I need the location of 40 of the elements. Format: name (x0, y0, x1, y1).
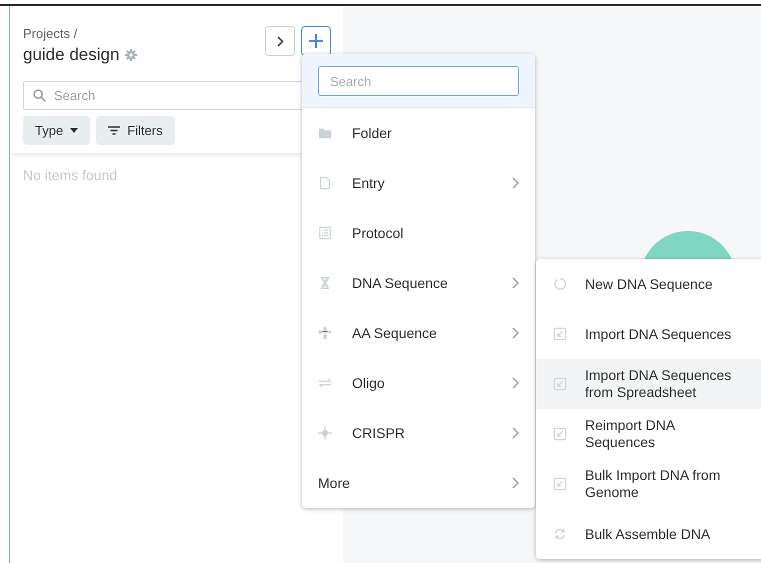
crosshair-icon (318, 426, 332, 440)
chevron-icon (276, 36, 284, 46)
menu-item[interactable]: Bulk Import DNA from Genome (536, 459, 761, 509)
plus-icon (309, 34, 323, 48)
list-icon (318, 226, 332, 240)
filters-button[interactable]: Filters (96, 116, 175, 145)
search-icon (33, 89, 46, 102)
menu-item[interactable]: Import DNA Sequences (536, 309, 761, 359)
import-icon (553, 327, 567, 341)
add-button[interactable] (301, 26, 331, 56)
arrows-icon (318, 376, 332, 390)
molecule-icon (318, 326, 332, 340)
menu-item[interactable]: Oligo (302, 358, 535, 408)
refresh-icon (553, 527, 567, 541)
empty-message: No items found (23, 167, 118, 183)
menu-item[interactable]: CRISPR (302, 408, 535, 458)
menu-item[interactable]: Folder (302, 108, 535, 158)
menu-item[interactable]: AA Sequence (302, 308, 535, 358)
import-icon (553, 477, 567, 491)
menu-item[interactable]: DNA Sequence (302, 258, 535, 308)
expand-button[interactable] (265, 26, 295, 56)
menu-item[interactable]: Import DNA Sequences from Spreadsheet (536, 359, 761, 409)
import-icon (553, 427, 567, 441)
caret-icon (70, 128, 78, 133)
menu-item[interactable]: Protocol (302, 208, 535, 258)
menu-item[interactable]: Entry (302, 158, 535, 208)
menu-item[interactable]: New DNA Sequence (536, 259, 761, 309)
search-field[interactable]: Search (318, 66, 519, 96)
import-icon (553, 377, 567, 391)
project-title: guide design (23, 45, 120, 65)
type-dropdown[interactable]: Type (23, 116, 90, 145)
filter-icon (108, 126, 120, 135)
file-icon (318, 176, 332, 190)
ring-icon (553, 277, 567, 291)
menu-item[interactable]: Bulk Assemble DNA (536, 509, 761, 559)
settings-icon[interactable] (125, 49, 138, 61)
menu-item[interactable]: More (302, 458, 535, 508)
menu-item[interactable]: Reimport DNA Sequences (536, 409, 761, 459)
folder-icon (318, 126, 332, 140)
breadcrumb[interactable]: Projects / (23, 26, 138, 41)
